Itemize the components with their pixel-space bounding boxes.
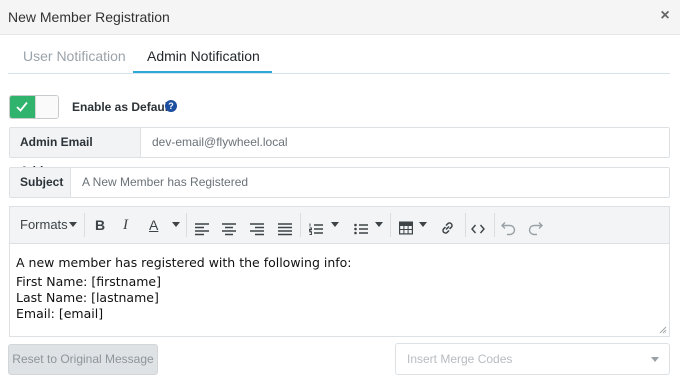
toggle-label: Enable as Default [72,100,173,114]
numbered-list-icon[interactable] [309,219,323,239]
chevron-down-icon [651,357,659,362]
toolbar-divider [84,213,85,237]
reset-original-message-button[interactable]: Reset to Original Message [8,344,158,375]
text-color-icon[interactable]: A [149,215,158,235]
undo-icon[interactable] [501,218,516,238]
close-icon[interactable]: × [659,8,671,24]
resize-handle-icon[interactable] [659,326,667,334]
toggle-knob [35,96,58,118]
redo-icon[interactable] [528,218,543,238]
formats-dropdown[interactable]: Formats [20,215,68,235]
editor-line: First Name: [firstname] [16,274,161,289]
align-center-icon[interactable] [222,219,236,239]
toolbar-divider [465,213,466,237]
align-justify-icon[interactable] [278,219,292,239]
toggle-on-state [10,96,35,118]
chevron-down-icon [375,222,383,227]
tab-user-notification[interactable]: User Notification [23,48,126,64]
admin-email-input[interactable]: dev-email@flywheel.local [152,128,288,157]
subject-group: Subject A New Member has Registered [9,167,670,198]
editor-line: Last Name: [lastname] [16,290,159,305]
message-editor: Formats B I A A new member has registere… [9,206,670,337]
subject-input[interactable]: A New Member has Registered [82,168,248,197]
merge-codes-placeholder: Insert Merge Codes [407,352,513,366]
subject-label: Subject [10,168,71,197]
toolbar-divider [494,213,495,237]
table-icon[interactable] [399,218,413,238]
help-icon[interactable]: ? [165,100,177,112]
editor-line: A new member has registered with the fol… [16,255,352,270]
chevron-down-icon [419,222,427,227]
tab-admin-notification[interactable]: Admin Notification [147,48,260,64]
link-icon[interactable] [440,218,455,238]
align-left-icon[interactable] [195,219,209,239]
admin-email-label: Admin Email Address [10,128,141,178]
toolbar-divider [300,213,301,237]
check-icon [16,101,28,112]
toolbar-divider [186,213,187,237]
italic-icon[interactable]: I [123,215,128,235]
code-icon[interactable] [471,219,485,239]
active-tab-indicator [133,71,272,73]
editor-content[interactable]: A new member has registered with the fol… [16,255,352,322]
chevron-down-icon [172,222,180,227]
toolbar-divider [390,213,391,237]
chevron-down-icon [331,222,339,227]
bold-icon[interactable]: B [95,215,105,235]
bulleted-list-icon[interactable] [354,219,368,239]
notification-tabs: User Notification Admin Notification [8,35,670,74]
dialog-titlebar: New Member Registration × [0,0,680,35]
admin-email-group: Admin Email Address dev-email@flywheel.l… [9,127,670,178]
enable-default-toggle[interactable] [9,95,59,119]
editor-toolbar: Formats B I A [10,207,669,244]
align-right-icon[interactable] [250,219,264,239]
chevron-down-icon [69,222,77,227]
insert-merge-codes-select[interactable]: Insert Merge Codes [395,343,670,375]
editor-line: Email: [email] [16,306,104,321]
dialog-title: New Member Registration [8,9,170,25]
